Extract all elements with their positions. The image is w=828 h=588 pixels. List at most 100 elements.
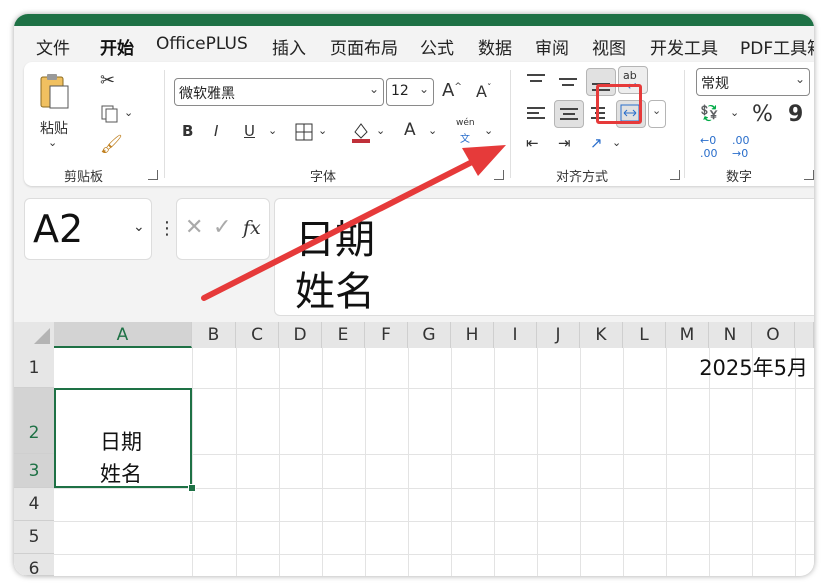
chevron-down-icon: ⌄ (368, 82, 379, 96)
formula-line-2: 姓名 (295, 269, 375, 315)
tab-data[interactable]: 数据 (478, 34, 512, 59)
font-group-label: 字体 (310, 170, 337, 185)
group-separator (684, 70, 685, 178)
increase-decimal-icon[interactable]: ←0.00 (700, 134, 718, 160)
worksheet-grid[interactable]: A B C D E F G H I J K L M N O 1 2 3 4 5 … (14, 322, 814, 576)
merge-dropdown-button[interactable]: ⌄ (648, 100, 666, 128)
text-angle-icon[interactable]: ↗ (590, 134, 603, 152)
paste-label[interactable]: 粘贴 (40, 118, 68, 138)
row-header-6[interactable]: 6 (14, 554, 54, 576)
select-all-button[interactable] (14, 322, 54, 348)
column-header-o[interactable]: O (752, 322, 795, 348)
column-header-g[interactable]: G (408, 322, 451, 348)
row-header-2[interactable]: 2 (14, 388, 54, 454)
borders-dropdown-icon[interactable]: ⌄ (318, 124, 327, 137)
column-header-j[interactable]: J (537, 322, 580, 348)
tab-review[interactable]: 审阅 (535, 34, 569, 59)
underline-button[interactable]: U (244, 122, 255, 140)
font-launcher-icon[interactable] (494, 170, 504, 180)
cell-a2-line-2: 姓名 (100, 462, 142, 486)
fill-color-icon[interactable] (350, 120, 372, 144)
column-header-i[interactable]: I (494, 322, 537, 348)
tab-home[interactable]: 开始 (100, 34, 134, 59)
selected-cell-a2[interactable]: 日期 姓名 (54, 388, 192, 488)
column-header-m[interactable]: M (666, 322, 709, 348)
column-header-l[interactable]: L (623, 322, 666, 348)
phonetic-dropdown-icon[interactable]: ⌄ (484, 124, 493, 137)
phonetic-bottom-label[interactable]: 文 (460, 130, 470, 145)
fill-handle[interactable] (188, 484, 196, 492)
formula-input[interactable]: 日期 姓名 (274, 198, 814, 316)
column-header-b[interactable]: B (192, 322, 236, 348)
fill-color-dropdown-icon[interactable]: ⌄ (376, 124, 385, 137)
row-header-5[interactable]: 5 (14, 521, 54, 554)
tab-pdf-tools[interactable]: PDF工具箱 (740, 34, 814, 59)
font-name-combo[interactable]: 微软雅黑 ⌄ (174, 78, 384, 106)
decrease-decimal-icon[interactable]: .00 →0 (732, 134, 750, 160)
format-painter-icon[interactable]: 🖌 (100, 134, 123, 155)
chevron-down-icon: ⌄ (418, 82, 429, 96)
tab-developer[interactable]: 开发工具 (650, 34, 718, 59)
tab-file[interactable]: 文件 (36, 34, 70, 59)
bold-button[interactable]: B (182, 122, 193, 140)
decrease-font-icon[interactable]: Aˇ (476, 82, 491, 101)
copy-dropdown-icon[interactable]: ⌄ (124, 106, 133, 119)
more-dots-icon[interactable]: ⋮ (158, 218, 176, 239)
cut-icon[interactable]: ✂ (100, 70, 115, 91)
borders-icon[interactable] (294, 122, 314, 142)
cell-e1-title[interactable]: 2025年5月 (699, 352, 808, 382)
decrease-indent-icon[interactable]: ⇤ (526, 134, 539, 152)
tab-page-layout[interactable]: 页面布局 (330, 34, 398, 59)
column-header-n[interactable]: N (709, 322, 752, 348)
increase-font-icon[interactable]: A^ (442, 80, 462, 101)
clipboard-group-label: 剪贴板 (64, 170, 104, 185)
group-separator (164, 70, 165, 178)
row-header-4[interactable]: 4 (14, 488, 54, 521)
paste-icon[interactable] (38, 72, 72, 112)
align-top-button[interactable] (522, 68, 550, 94)
paste-dropdown-icon[interactable]: ⌄ (48, 136, 57, 149)
chevron-down-icon: ⌄ (652, 104, 662, 117)
column-header-k[interactable]: K (580, 322, 623, 348)
font-size-combo[interactable]: 12 ⌄ (386, 78, 434, 106)
number-format-combo[interactable]: 常规 ⌄ (696, 68, 810, 96)
clipboard-launcher-icon[interactable] (148, 170, 158, 180)
font-color-icon[interactable]: A (404, 120, 416, 140)
enter-icon[interactable]: ✓ (213, 215, 231, 240)
column-header-a[interactable]: A (54, 322, 192, 348)
number-launcher-icon[interactable] (804, 170, 814, 180)
column-header-h[interactable]: H (451, 322, 494, 348)
tab-insert[interactable]: 插入 (272, 34, 306, 59)
row-header-1[interactable]: 1 (14, 348, 54, 388)
align-middle-button[interactable] (554, 68, 582, 94)
ribbon-home: 粘贴 ⌄ ✂ ⌄ 🖌 剪贴板 微软雅黑 ⌄ 12 ⌄ A^ Aˇ B I U ⌄ (24, 62, 814, 186)
align-left-button[interactable] (522, 100, 550, 126)
phonetic-top-label[interactable]: wén (456, 118, 475, 128)
tab-view[interactable]: 视图 (592, 34, 626, 59)
tab-formulas[interactable]: 公式 (420, 34, 454, 59)
angle-dropdown-icon[interactable]: ⌄ (612, 136, 621, 149)
column-header-e[interactable]: E (322, 322, 365, 348)
alignment-launcher-icon[interactable] (670, 170, 680, 180)
increase-indent-icon[interactable]: ⇥ (558, 134, 571, 152)
column-header-c[interactable]: C (236, 322, 279, 348)
column-header-more[interactable] (795, 322, 814, 348)
column-header-f[interactable]: F (365, 322, 408, 348)
accounting-dropdown-icon[interactable]: ⌄ (730, 106, 739, 119)
comma-style-button[interactable]: 9 (788, 102, 803, 127)
align-center-button[interactable] (554, 100, 584, 128)
column-header-d[interactable]: D (279, 322, 322, 348)
formula-bar-area: A2 ⌄ ⋮ ✕ ✓ fx 日期 姓名 (24, 198, 814, 328)
tab-officeplus[interactable]: OfficePLUS (156, 34, 248, 54)
cancel-icon[interactable]: ✕ (185, 215, 203, 240)
font-color-dropdown-icon[interactable]: ⌄ (428, 124, 437, 137)
name-box[interactable]: A2 ⌄ (24, 198, 152, 260)
fx-button[interactable]: fx (243, 217, 261, 239)
chevron-down-icon: ⌄ (133, 219, 145, 235)
accounting-format-icon[interactable]: 💱 (700, 104, 719, 122)
underline-dropdown-icon[interactable]: ⌄ (268, 124, 277, 137)
copy-icon[interactable] (100, 104, 120, 124)
italic-button[interactable]: I (214, 122, 218, 140)
percent-button[interactable]: % (752, 102, 773, 127)
row-header-3[interactable]: 3 (14, 454, 54, 488)
